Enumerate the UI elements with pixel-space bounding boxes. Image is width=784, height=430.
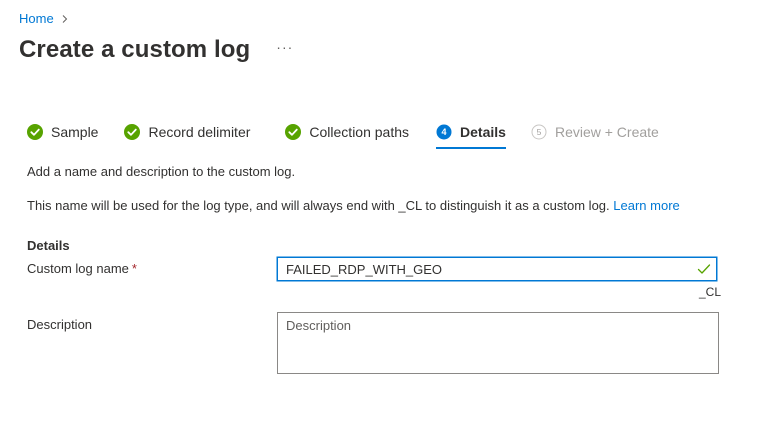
step-details[interactable]: 4 Details (436, 121, 506, 149)
naming-note-text: This name will be used for the log type,… (27, 198, 610, 213)
breadcrumb-home-link[interactable]: Home (19, 11, 54, 26)
check-circle-icon (124, 124, 141, 140)
step-label: Collection paths (309, 124, 410, 140)
learn-more-link[interactable]: Learn more (613, 198, 679, 213)
naming-note: This name will be used for the log type,… (27, 198, 680, 213)
step-number-5-icon: 5 (531, 124, 547, 140)
description-label: Description (27, 317, 93, 332)
description-field[interactable] (277, 312, 719, 374)
step-sample[interactable]: Sample (27, 121, 98, 143)
step-number-4-icon: 4 (436, 124, 452, 140)
breadcrumb: Home (19, 11, 70, 26)
check-circle-icon (27, 124, 43, 140)
custom-log-name-label: Custom log name * (27, 261, 137, 276)
wizard-steps: Sample Record delimiter Collection paths… (27, 121, 659, 149)
step-collection-paths[interactable]: Collection paths (285, 121, 409, 143)
step-label: Record delimiter (148, 124, 251, 140)
page-header: Create a custom log ··· (19, 36, 293, 64)
step-label: Sample (51, 124, 99, 140)
description-textarea[interactable] (278, 313, 718, 373)
custom-log-name-label-text: Custom log name (27, 261, 129, 276)
required-indicator: * (131, 261, 137, 276)
custom-log-name-field[interactable] (277, 257, 717, 281)
check-circle-icon (285, 124, 302, 140)
more-options-button[interactable]: ··· (276, 39, 293, 55)
step-label: Details (460, 124, 506, 140)
step-label: Review + Create (554, 124, 659, 140)
log-name-suffix: _CL (699, 285, 722, 299)
intro-text: Add a name and description to the custom… (27, 164, 296, 179)
step-number: 4 (442, 127, 447, 137)
step-review-create[interactable]: 5 Review + Create (531, 121, 659, 143)
chevron-right-icon (62, 14, 67, 23)
custom-log-name-input[interactable] (278, 258, 697, 280)
section-title: Details (27, 238, 70, 253)
step-number: 5 (537, 127, 542, 137)
step-record-delimiter[interactable]: Record delimiter (124, 121, 250, 143)
checkmark-icon (697, 264, 711, 274)
page-title: Create a custom log (19, 36, 251, 63)
